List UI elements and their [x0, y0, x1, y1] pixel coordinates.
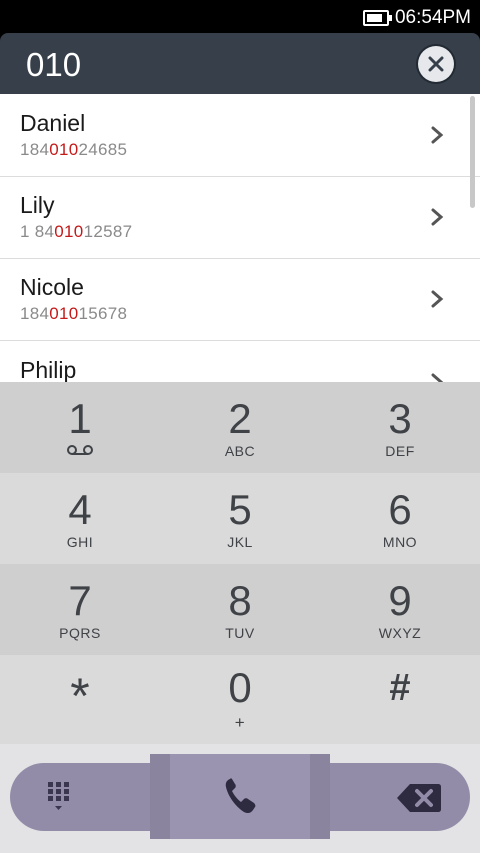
key-9[interactable]: 9 WXYZ — [320, 564, 480, 655]
key-letters: GHI — [66, 534, 94, 550]
contact-name: Lily — [20, 192, 55, 218]
contact-row[interactable]: Daniel 18401024685 — [0, 94, 480, 177]
key-letters: TUV — [225, 625, 255, 641]
contact-name: Philip — [20, 357, 77, 382]
key-digit: # — [389, 667, 411, 709]
status-time: 06:54PM — [394, 7, 471, 28]
contact-row[interactable]: Philip — [0, 341, 480, 382]
key-6[interactable]: 6 MNO — [320, 473, 480, 564]
contact-name: Nicole — [20, 274, 84, 300]
dial-pad: 1 2 ABC 3 DEF 4 GHI 5 JKL 6 MNO 7 PQRS 8… — [0, 382, 480, 744]
key-2[interactable]: 2 ABC — [160, 382, 320, 473]
chevron-right-icon[interactable] — [430, 372, 444, 382]
key-0[interactable]: 0 + — [160, 655, 320, 746]
key-letters: + — [234, 713, 246, 732]
dial-row: * 0 + # — [0, 655, 480, 744]
dial-row: 1 2 ABC 3 DEF — [0, 382, 480, 473]
status-bar: 06:54PM — [0, 0, 480, 33]
key-digit: 8 — [228, 577, 252, 624]
key-7[interactable]: 7 PQRS — [0, 564, 160, 655]
battery-icon — [363, 10, 392, 26]
key-digit: 1 — [68, 395, 92, 442]
key-1[interactable]: 1 — [0, 382, 160, 473]
action-bar — [0, 744, 480, 853]
dialer-header: 010 — [0, 33, 480, 94]
voicemail-icon — [67, 445, 93, 455]
key-digit: 7 — [68, 577, 92, 624]
close-icon — [428, 56, 444, 72]
key-digit: 4 — [68, 486, 92, 533]
phone-icon — [225, 778, 256, 814]
contact-row[interactable]: Nicole 18401015678 — [0, 258, 480, 341]
chevron-right-icon[interactable] — [430, 289, 444, 309]
dialpad-toggle-button[interactable] — [38, 778, 82, 818]
key-digit: 6 — [388, 486, 412, 533]
backspace-button[interactable] — [394, 778, 444, 818]
key-digit: 3 — [388, 395, 412, 442]
key-digit: 0 — [228, 664, 252, 711]
key-digit: 5 — [228, 486, 252, 533]
key-letters: ABC — [224, 443, 256, 459]
key-hash[interactable]: # — [320, 655, 480, 746]
key-8[interactable]: 8 TUV — [160, 564, 320, 655]
key-letters: JKL — [227, 534, 253, 550]
call-button[interactable] — [150, 754, 330, 839]
key-5[interactable]: 5 JKL — [160, 473, 320, 564]
key-digit: 2 — [228, 395, 252, 442]
contact-number: 18401024685 — [20, 140, 128, 159]
key-letters: DEF — [385, 443, 415, 459]
contact-row[interactable]: Lily 1 8401012587 — [0, 176, 480, 259]
contact-name: Daniel — [20, 110, 86, 136]
backspace-icon — [397, 784, 441, 812]
key-digit: 9 — [388, 577, 412, 624]
contact-number: 18401015678 — [20, 304, 128, 323]
dial-row: 7 PQRS 8 TUV 9 WXYZ — [0, 564, 480, 655]
dialed-number-field[interactable]: 010 — [26, 46, 81, 84]
key-letters: PQRS — [59, 625, 101, 641]
dial-row: 4 GHI 5 JKL 6 MNO — [0, 473, 480, 564]
contact-number: 1 8401012587 — [20, 222, 133, 241]
key-3[interactable]: 3 DEF — [320, 382, 480, 473]
key-4[interactable]: 4 GHI — [0, 473, 160, 564]
chevron-right-icon[interactable] — [430, 207, 444, 227]
clear-button[interactable] — [418, 46, 454, 82]
dialpad-grid-icon — [48, 782, 69, 810]
key-digit: * — [70, 668, 90, 724]
key-letters: MNO — [382, 534, 418, 550]
list-scrollbar[interactable] — [470, 96, 475, 208]
key-letters: WXYZ — [378, 625, 422, 641]
key-star[interactable]: * — [0, 655, 160, 746]
chevron-right-icon[interactable] — [430, 125, 444, 145]
contact-results-list[interactable]: Daniel 18401024685 Lily 1 8401012587 Nic… — [0, 94, 480, 382]
